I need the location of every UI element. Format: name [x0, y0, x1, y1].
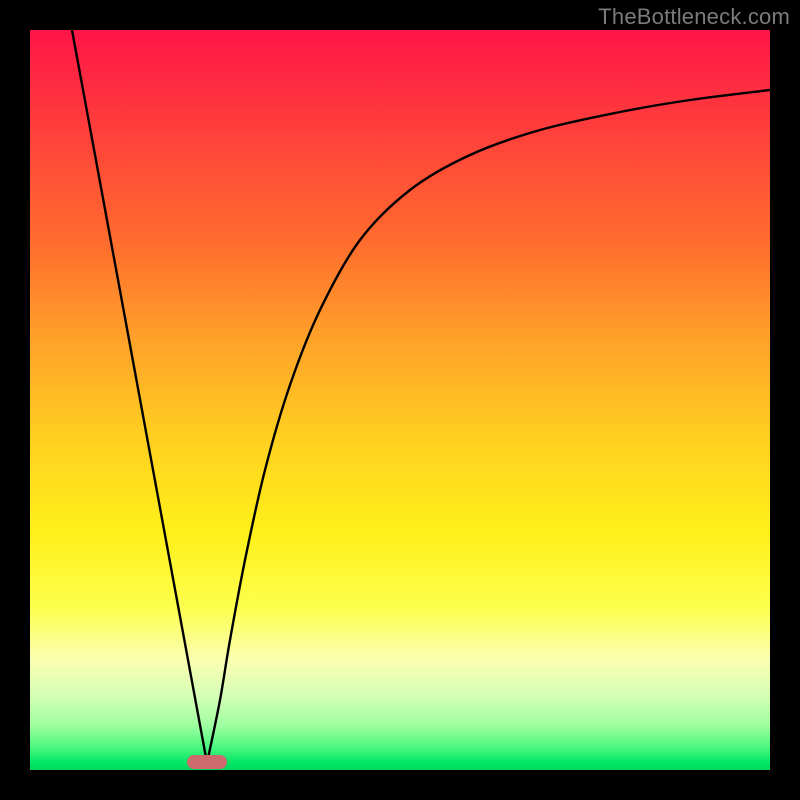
optimal-marker — [187, 755, 227, 769]
curve-layer — [30, 30, 770, 770]
bottleneck-curve — [72, 30, 770, 768]
plot-area — [30, 30, 770, 770]
watermark-text: TheBottleneck.com — [598, 4, 790, 30]
chart-frame: TheBottleneck.com — [0, 0, 800, 800]
